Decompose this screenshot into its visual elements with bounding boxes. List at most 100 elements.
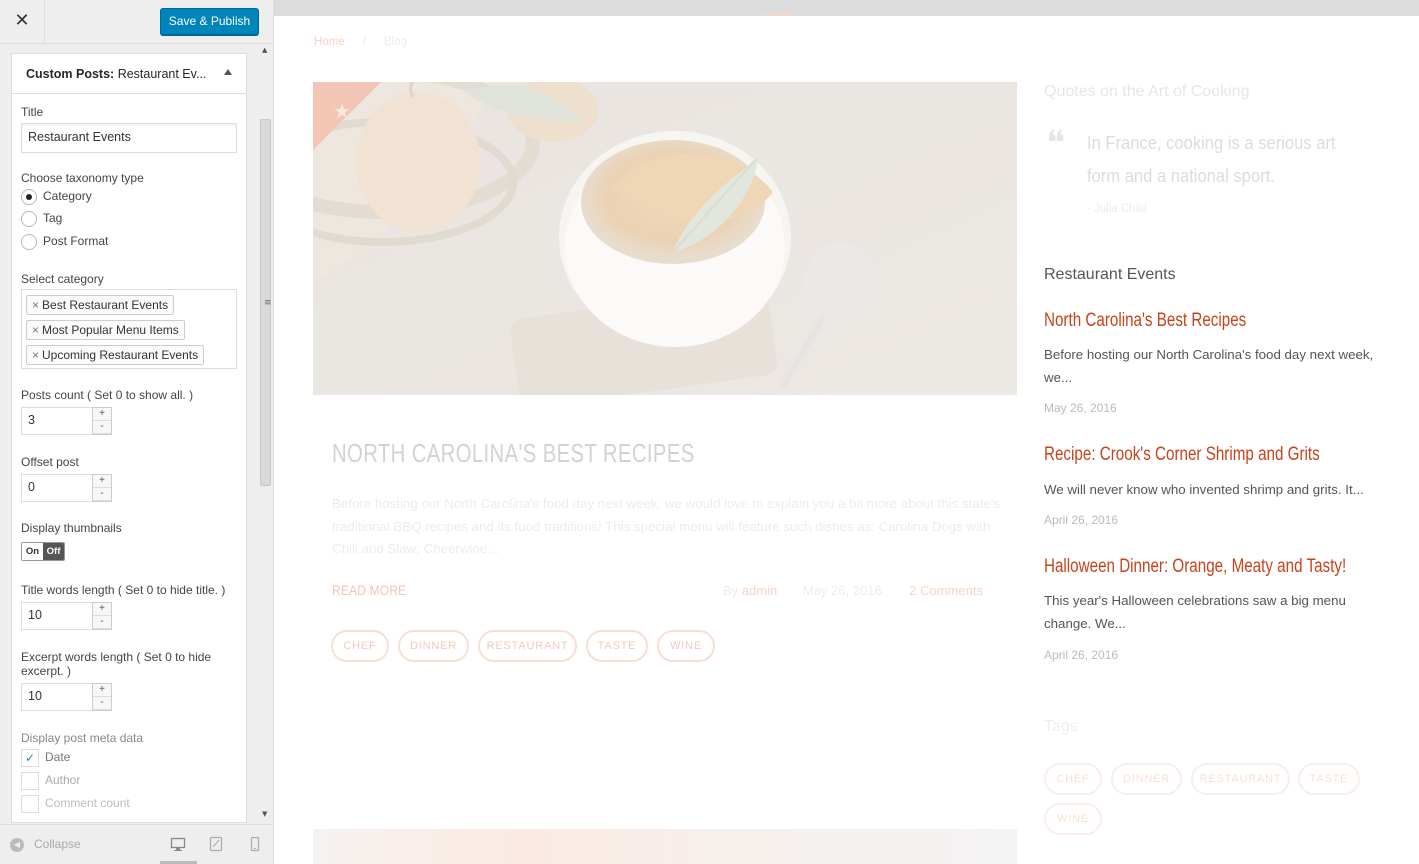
- widget-tag-chef[interactable]: CHEF: [1044, 763, 1102, 795]
- desktop-preview-icon[interactable]: [170, 836, 186, 852]
- svg-text:★: ★: [333, 99, 351, 123]
- increment-icon[interactable]: +: [93, 408, 111, 421]
- toggle-on-label: On: [22, 543, 43, 560]
- remove-chip-icon[interactable]: ×: [32, 323, 39, 337]
- post-by: By: [723, 583, 739, 598]
- increment-icon[interactable]: +: [93, 475, 111, 488]
- quotes-widget-title: Quotes on the Art of Cooking: [1044, 83, 1250, 100]
- title-label: Title: [21, 105, 44, 119]
- increment-icon[interactable]: +: [93, 603, 111, 616]
- radio-tag[interactable]: Tag: [21, 211, 62, 229]
- breadcrumb-home-link[interactable]: Home: [314, 36, 345, 48]
- event-title-link[interactable]: North Carolina's Best Recipes: [1044, 310, 1246, 332]
- post-tag-restaurant[interactable]: RESTAURANT: [478, 630, 577, 662]
- decrement-icon[interactable]: -: [93, 697, 111, 710]
- title-words-stepper[interactable]: + -: [92, 602, 112, 630]
- checkbox-label: Date: [45, 750, 71, 765]
- offset-value: 0: [28, 480, 35, 494]
- sidebar-scrollbar[interactable]: ▲ ≡ ▼: [258, 44, 273, 824]
- post-tag-wine[interactable]: WINE: [657, 630, 715, 662]
- title-words-input[interactable]: 10 + -: [21, 602, 112, 630]
- read-more-link[interactable]: READ MORE: [332, 582, 406, 598]
- grip-icon: ≡: [264, 298, 272, 308]
- checkbox-label: Comment count: [45, 796, 130, 811]
- collapse-caret-icon[interactable]: [224, 69, 232, 75]
- mobile-preview-icon[interactable]: [247, 836, 263, 852]
- thumbnails-toggle[interactable]: On Off: [21, 542, 65, 561]
- remove-chip-icon[interactable]: ×: [32, 348, 39, 362]
- collapse-arrow-icon: ◀: [10, 837, 24, 852]
- post-title[interactable]: NORTH CAROLINA'S BEST RECIPES: [332, 438, 695, 469]
- widget-tag-wine[interactable]: WINE: [1044, 803, 1102, 835]
- offset-stepper[interactable]: + -: [92, 474, 112, 502]
- event-title-link[interactable]: Halloween Dinner: Orange, Meaty and Tast…: [1044, 556, 1346, 578]
- post-featured-image[interactable]: ★: [313, 82, 1017, 395]
- radio-label: Category: [43, 189, 92, 204]
- panel-title: Restaurant Ev...: [117, 67, 207, 81]
- radio-label: Post Format: [43, 234, 109, 249]
- event-date: April 26, 2016: [1044, 513, 1119, 527]
- category-chip[interactable]: × Most Popular Menu Items: [26, 320, 185, 340]
- post-author-link[interactable]: admin: [742, 583, 777, 598]
- offset-label: Offset post: [21, 455, 79, 469]
- site-top-bar: [274, 0, 1419, 16]
- thumbnails-label: Display thumbnails: [21, 521, 122, 535]
- decrement-icon[interactable]: -: [93, 421, 111, 434]
- scroll-up-icon[interactable]: ▲: [262, 46, 267, 54]
- collapse-button[interactable]: ◀ Collapse: [10, 837, 81, 852]
- save-publish-button[interactable]: Save & Publish: [160, 8, 259, 35]
- title-words-label: Title words length ( Set 0 to hide title…: [21, 583, 226, 597]
- excerpt-words-stepper[interactable]: + -: [92, 683, 112, 711]
- widget-tag-taste[interactable]: TASTE: [1298, 763, 1360, 795]
- tablet-preview-icon[interactable]: [208, 836, 224, 852]
- widget-panel-header[interactable]: Custom Posts: Restaurant Ev...: [12, 54, 246, 94]
- checkbox[interactable]: [21, 795, 39, 813]
- radio-button[interactable]: [21, 234, 37, 250]
- widget-tag-restaurant[interactable]: RESTAURANT: [1191, 763, 1290, 795]
- title-input[interactable]: Restaurant Events: [21, 123, 237, 153]
- category-multiselect[interactable]: × Best Restaurant Events × Most Popular Me…: [21, 289, 237, 369]
- post-date: May 26, 2016: [802, 583, 882, 598]
- checkbox-label: Author: [45, 773, 81, 788]
- events-widget-title: Restaurant Events: [1044, 266, 1176, 283]
- posts-count-input[interactable]: 3 + -: [21, 407, 112, 435]
- scrollbar-thumb[interactable]: ≡: [260, 119, 272, 486]
- increment-icon[interactable]: +: [93, 684, 111, 697]
- event-excerpt: We will never know who invented shrimp a…: [1044, 482, 1364, 497]
- meta-date-option[interactable]: ✓ Date: [21, 749, 70, 767]
- breadcrumb-separator: /: [362, 36, 366, 48]
- post-tag-chef[interactable]: CHEF: [331, 630, 389, 662]
- post-comments-link[interactable]: 2 Comments: [909, 583, 983, 598]
- excerpt-words-input[interactable]: 10 + -: [21, 683, 112, 711]
- radio-category[interactable]: Category: [21, 189, 92, 207]
- offset-input[interactable]: 0 + -: [21, 474, 112, 502]
- decrement-icon[interactable]: -: [93, 616, 111, 629]
- checkmark-icon[interactable]: ✓: [21, 749, 39, 767]
- event-title-link[interactable]: Recipe: Crook's Corner Shrimp and Grits: [1044, 444, 1320, 466]
- category-chip[interactable]: × Upcoming Restaurant Events: [26, 345, 205, 365]
- category-chip[interactable]: × Best Restaurant Events: [26, 295, 175, 315]
- breadcrumb-current: Blog: [383, 36, 407, 48]
- radio-button[interactable]: [21, 211, 37, 227]
- widget-tag-dinner[interactable]: DINNER: [1111, 763, 1182, 795]
- radio-button[interactable]: [21, 189, 37, 205]
- decrement-icon[interactable]: -: [93, 488, 111, 501]
- posts-count-stepper[interactable]: + -: [92, 407, 112, 435]
- scroll-down-icon[interactable]: ▼: [262, 810, 267, 818]
- title-words-value: 10: [28, 608, 42, 622]
- meta-comment-count-option[interactable]: Comment count: [21, 795, 130, 813]
- radio-post-format[interactable]: Post Format: [21, 234, 108, 252]
- post-tag-taste[interactable]: TASTE: [586, 630, 648, 662]
- meta-label: Display post meta data: [21, 731, 144, 745]
- panel-title-prefix: Custom Posts:: [26, 67, 115, 81]
- remove-chip-icon[interactable]: ×: [32, 298, 39, 312]
- meta-author-option[interactable]: Author: [21, 772, 80, 790]
- tags-widget-title: Tags: [1044, 718, 1078, 735]
- checkbox[interactable]: [21, 772, 39, 790]
- breadcrumb: Home / Blog: [314, 36, 407, 48]
- taxonomy-label: Choose taxonomy type: [21, 171, 144, 185]
- toggle-off-label: Off: [43, 543, 64, 560]
- close-customizer-button[interactable]: ✕: [0, 0, 45, 44]
- post-tag-dinner[interactable]: DINNER: [398, 630, 469, 662]
- next-post-image[interactable]: [313, 829, 1017, 864]
